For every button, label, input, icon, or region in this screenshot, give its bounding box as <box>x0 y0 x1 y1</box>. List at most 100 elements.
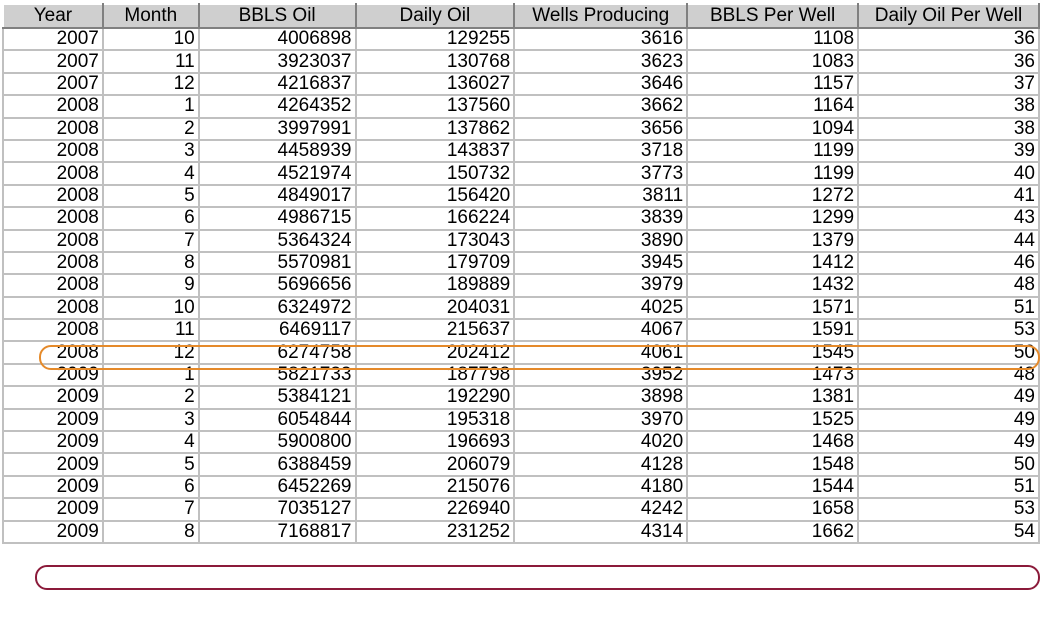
cell-year[interactable]: 2009 <box>2 452 104 477</box>
cell-daily-oil[interactable]: 156420 <box>354 183 516 209</box>
cell-daily-oil[interactable]: 215637 <box>354 318 516 343</box>
cell-daily-oil[interactable]: 173043 <box>354 228 516 253</box>
cell-daily-oil[interactable]: 226940 <box>354 497 516 522</box>
cell-daily-oil[interactable]: 231252 <box>354 519 516 545</box>
column-header-month[interactable]: Month <box>101 3 200 29</box>
cell-wells-producing[interactable]: 3646 <box>513 71 689 97</box>
cell-wells-producing[interactable]: 3839 <box>513 206 689 231</box>
cell-month[interactable]: 9 <box>101 273 200 298</box>
cell-year[interactable]: 2009 <box>2 385 104 410</box>
cell-bbls-per-well[interactable]: 1157 <box>686 71 860 97</box>
cell-wells-producing[interactable]: 4061 <box>513 340 689 365</box>
cell-bbls-oil[interactable]: 4264352 <box>197 94 357 119</box>
column-header-daily-oil[interactable]: Daily Oil <box>354 3 516 29</box>
cell-month[interactable]: 2 <box>101 385 200 410</box>
cell-year[interactable]: 2008 <box>2 183 104 209</box>
cell-month[interactable]: 2 <box>101 116 200 141</box>
cell-bbls-per-well[interactable]: 1432 <box>686 273 860 298</box>
cell-year[interactable]: 2008 <box>2 250 104 276</box>
cell-daily-oil-per-well[interactable]: 36 <box>857 49 1040 74</box>
cell-daily-oil[interactable]: 137560 <box>354 94 516 119</box>
cell-bbls-oil[interactable]: 5821733 <box>197 362 357 388</box>
cell-daily-oil[interactable]: 129255 <box>354 26 516 52</box>
cell-daily-oil[interactable]: 137862 <box>354 116 516 141</box>
cell-year[interactable]: 2009 <box>2 430 104 455</box>
cell-month[interactable]: 1 <box>101 94 200 119</box>
cell-daily-oil-per-well[interactable]: 40 <box>857 161 1040 186</box>
cell-month[interactable]: 12 <box>101 71 200 97</box>
cell-bbls-per-well[interactable]: 1548 <box>686 452 860 477</box>
cell-wells-producing[interactable]: 3656 <box>513 116 689 141</box>
cell-year[interactable]: 2007 <box>2 49 104 74</box>
cell-month[interactable]: 11 <box>101 318 200 343</box>
cell-bbls-per-well[interactable]: 1412 <box>686 250 860 276</box>
cell-bbls-oil[interactable]: 4458939 <box>197 138 357 164</box>
cell-month[interactable]: 10 <box>101 26 200 52</box>
cell-bbls-per-well[interactable]: 1299 <box>686 206 860 231</box>
cell-month[interactable]: 4 <box>101 430 200 455</box>
cell-wells-producing[interactable]: 3898 <box>513 385 689 410</box>
cell-year[interactable]: 2008 <box>2 228 104 253</box>
cell-daily-oil[interactable]: 143837 <box>354 138 516 164</box>
cell-daily-oil-per-well[interactable]: 46 <box>857 250 1040 276</box>
cell-bbls-per-well[interactable]: 1094 <box>686 116 860 141</box>
cell-daily-oil-per-well[interactable]: 48 <box>857 273 1040 298</box>
column-header-bbls-per-well[interactable]: BBLS Per Well <box>686 3 860 29</box>
cell-daily-oil[interactable]: 196693 <box>354 430 516 455</box>
cell-daily-oil-per-well[interactable]: 39 <box>857 138 1040 164</box>
cell-year[interactable]: 2008 <box>2 161 104 186</box>
cell-month[interactable]: 8 <box>101 250 200 276</box>
cell-bbls-oil[interactable]: 5900800 <box>197 430 357 455</box>
cell-month[interactable]: 3 <box>101 138 200 164</box>
cell-month[interactable]: 6 <box>101 474 200 500</box>
cell-wells-producing[interactable]: 3945 <box>513 250 689 276</box>
cell-wells-producing[interactable]: 3811 <box>513 183 689 209</box>
cell-bbls-oil[interactable]: 5696656 <box>197 273 357 298</box>
cell-bbls-oil[interactable]: 5364324 <box>197 228 357 253</box>
cell-bbls-per-well[interactable]: 1272 <box>686 183 860 209</box>
cell-bbls-oil[interactable]: 6324972 <box>197 295 357 321</box>
cell-year[interactable]: 2008 <box>2 138 104 164</box>
cell-daily-oil-per-well[interactable]: 36 <box>857 26 1040 52</box>
cell-year[interactable]: 2008 <box>2 94 104 119</box>
cell-daily-oil[interactable]: 130768 <box>354 49 516 74</box>
cell-daily-oil[interactable]: 202412 <box>354 340 516 365</box>
cell-bbls-per-well[interactable]: 1108 <box>686 26 860 52</box>
cell-daily-oil-per-well[interactable]: 43 <box>857 206 1040 231</box>
cell-bbls-per-well[interactable]: 1571 <box>686 295 860 321</box>
cell-bbls-oil[interactable]: 6054844 <box>197 407 357 433</box>
cell-year[interactable]: 2008 <box>2 116 104 141</box>
cell-year[interactable]: 2007 <box>2 26 104 52</box>
cell-daily-oil-per-well[interactable]: 49 <box>857 385 1040 410</box>
cell-wells-producing[interactable]: 3773 <box>513 161 689 186</box>
cell-bbls-oil[interactable]: 4521974 <box>197 161 357 186</box>
cell-year[interactable]: 2008 <box>2 273 104 298</box>
cell-daily-oil-per-well[interactable]: 41 <box>857 183 1040 209</box>
cell-bbls-oil[interactable]: 6274758 <box>197 340 357 365</box>
cell-bbls-oil[interactable]: 4986715 <box>197 206 357 231</box>
cell-wells-producing[interactable]: 3616 <box>513 26 689 52</box>
cell-month[interactable]: 6 <box>101 206 200 231</box>
cell-daily-oil[interactable]: 179709 <box>354 250 516 276</box>
cell-bbls-oil[interactable]: 4849017 <box>197 183 357 209</box>
cell-bbls-per-well[interactable]: 1379 <box>686 228 860 253</box>
cell-daily-oil-per-well[interactable]: 50 <box>857 340 1040 365</box>
cell-bbls-oil[interactable]: 6452269 <box>197 474 357 500</box>
cell-bbls-per-well[interactable]: 1525 <box>686 407 860 433</box>
cell-wells-producing[interactable]: 3970 <box>513 407 689 433</box>
cell-bbls-per-well[interactable]: 1545 <box>686 340 860 365</box>
cell-wells-producing[interactable]: 4180 <box>513 474 689 500</box>
cell-bbls-oil[interactable]: 7168817 <box>197 519 357 545</box>
cell-daily-oil-per-well[interactable]: 51 <box>857 295 1040 321</box>
cell-month[interactable]: 1 <box>101 362 200 388</box>
cell-bbls-oil[interactable]: 3997991 <box>197 116 357 141</box>
cell-month[interactable]: 10 <box>101 295 200 321</box>
cell-month[interactable]: 5 <box>101 183 200 209</box>
cell-daily-oil-per-well[interactable]: 37 <box>857 71 1040 97</box>
cell-daily-oil[interactable]: 187798 <box>354 362 516 388</box>
cell-daily-oil-per-well[interactable]: 53 <box>857 497 1040 522</box>
cell-wells-producing[interactable]: 3890 <box>513 228 689 253</box>
cell-daily-oil[interactable]: 189889 <box>354 273 516 298</box>
cell-bbls-per-well[interactable]: 1199 <box>686 138 860 164</box>
cell-daily-oil-per-well[interactable]: 49 <box>857 407 1040 433</box>
